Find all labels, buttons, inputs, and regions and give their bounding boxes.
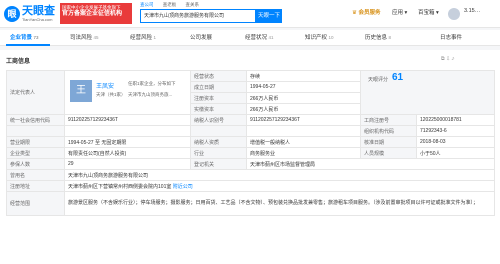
business-info-table: 法定代表人 王 王凤安 天津（共1家） 任职1家企业，分布如下 天津市九山顶商务… [6,70,495,216]
search-input[interactable]: 天津市九山顶商务旅游服务有限公司 [140,9,256,23]
taxpayer-value: 增值税一般纳税人 [246,136,361,148]
search-tabs: 查公司 查老板 查关系 [140,2,207,8]
insured-label: 参保人数 [6,158,65,170]
tools-menu[interactable]: 百宝箱 ▾ [418,8,439,16]
chevron-down-icon: ▾ [404,10,408,16]
company-type-label: 企业类型 [6,147,65,159]
tab-background[interactable]: 企业背景 73 [10,33,39,41]
address-cell: 天津市蓟州区下营镇常州村西侧委会院内101室 附近公司 [64,180,495,192]
download-icon[interactable]: ⇩ [446,56,450,62]
share-icon[interactable]: ⤴ [452,56,455,62]
reg-capital-value: 266万人民币 [246,92,361,104]
term-label: 营业期限 [6,136,65,148]
tab-log-events[interactable]: 日志事件 [440,33,462,41]
former-name-label: 曾用名 [6,169,65,181]
tab-history[interactable]: 历史信息 8 [365,33,391,41]
site-logo[interactable]: 眼 天眼查 TianYanCha.com [4,5,56,23]
score-cell: 天眼评分 61 [360,70,495,115]
logo-text: 天眼查 [22,5,55,17]
scope-value: 旅游景区服务（不含娱乐行业）；停车场服务；摄影服务；日用百货、工艺品（不含文物）… [64,191,495,216]
chevron-down-icon: ▾ [436,10,439,16]
legal-rep-region: 天津（共1家） [96,91,126,97]
active-tab-indicator [6,44,50,46]
search-tab-relation[interactable]: 查关系 [186,2,200,7]
logo-subtext: TianYanCha.com [22,17,53,22]
legal-rep-cell: 王 王凤安 天津（共1家） 任职1家企业，分布如下 天津市九山顶商务旅... [64,70,191,115]
industry-value: 商务服务业 [246,147,361,159]
tab-operation-status[interactable]: 经营状况 41 [245,33,274,41]
org-code-value: 71292343-6 [416,125,495,137]
insured-value: 29 [64,158,191,170]
legal-rep-positions: 任职1家企业，分布如下 [128,80,176,86]
legal-rep-avatar[interactable]: 王 [70,79,92,102]
search-tab-boss[interactable]: 查老板 [163,2,177,7]
tax-id-value: 91120225712923436T [246,114,361,126]
address-value: 天津市蓟州区下营镇常州村西侧委会院内101室 [68,183,172,190]
approve-date-value: 2018-08-03 [416,136,495,148]
found-date-value: 1994-05-27 [246,81,361,93]
section-tabs: 企业背景 73 司法风险 45 经营风险 1 公司发展 经营状况 41 知识产权… [0,30,500,46]
promo-banner[interactable]: 国家中小企业发展子基金旗下 官方备案企业征信机构 [60,3,132,24]
address-label: 注册地址 [6,180,65,192]
scope-label: 经营范围 [6,191,65,216]
crown-icon: ♛ [352,10,357,16]
logo-icon: 眼 [4,6,20,22]
search-tab-company[interactable]: 查公司 [140,2,154,7]
legal-rep-label: 法定代表人 [6,70,65,115]
user-avatar[interactable] [448,8,460,20]
industry-label: 行业 [190,147,247,159]
vip-label: 会员服务 [358,10,381,16]
found-date-label: 成立日期 [190,81,247,93]
tab-judicial-risk[interactable]: 司法风险 45 [70,33,99,41]
banner-line-1: 国家中小企业发展子基金旗下 [62,5,121,10]
approve-date-label: 核准日期 [360,136,417,148]
legal-rep-company[interactable]: 天津市九山顶商务旅... [128,92,172,98]
paid-capital-label: 实缴资本 [190,103,247,115]
authority-value: 天津市蓟州区市场监督管理局 [246,158,495,170]
reg-capital-label: 注册资本 [190,92,247,104]
legal-rep-name[interactable]: 王凤安 [96,81,114,90]
app-label: 应用 [392,10,404,16]
authority-label: 登记机关 [190,158,247,170]
user-name[interactable]: 3.15… [464,8,480,14]
business-info-card: 工商信息 ⧉ ⇩ ⤴ 法定代表人 王 王凤安 天津（共1家） 任职1家企业，分布… [0,50,500,264]
term-value: 1994-05-27 至 无固定期限 [64,136,191,148]
company-type-value: 有限责任公司(自然人投资) [64,147,191,159]
status-value: 存续 [246,70,361,82]
score-value[interactable]: 61 [392,72,403,83]
paid-capital-value: 266万人民币 [246,103,361,115]
former-name-value: 天津市九山顶商务旅游服务有限公司 [64,169,495,181]
section-title: 工商信息 [6,59,31,65]
app-menu[interactable]: 应用 ▾ [392,8,407,16]
vip-service-link[interactable]: ♛ 会员服务 [352,8,380,16]
staff-size-label: 人员规模 [360,147,417,159]
score-label: 天眼评分 [368,76,389,83]
banner-line-2: 官方备案企业征信机构 [62,11,123,17]
top-bar: 眼 天眼查 TianYanCha.com 国家中小企业发展子基金旗下 官方备案企… [0,0,500,28]
reg-no-label: 工商注册号 [360,114,417,126]
copy-icon[interactable]: ⧉ [441,56,445,62]
staff-size-value: 小于50人 [416,147,495,159]
tab-ip[interactable]: 知识产权 10 [305,33,334,41]
taxpayer-label: 纳税人资质 [190,136,247,148]
tax-id-label: 纳税人识别号 [190,114,247,126]
tools-label: 百宝箱 [418,10,435,16]
status-label: 经营状态 [190,70,247,82]
org-code-label: 组织机构代码 [360,125,417,137]
card-tools: ⧉ ⇩ ⤴ [441,56,454,62]
credit-code-value: 91120225712923436T [64,114,191,126]
tab-operational-risk[interactable]: 经营风险 1 [130,33,156,41]
nearby-companies-link[interactable]: 附近公司 [173,184,193,190]
search-button[interactable]: 天眼一下 [256,9,282,23]
credit-code-label: 统一社会信用代码 [6,114,65,126]
tab-development[interactable]: 公司发展 [190,33,212,41]
reg-no-value: 120225000018781 [416,114,495,126]
